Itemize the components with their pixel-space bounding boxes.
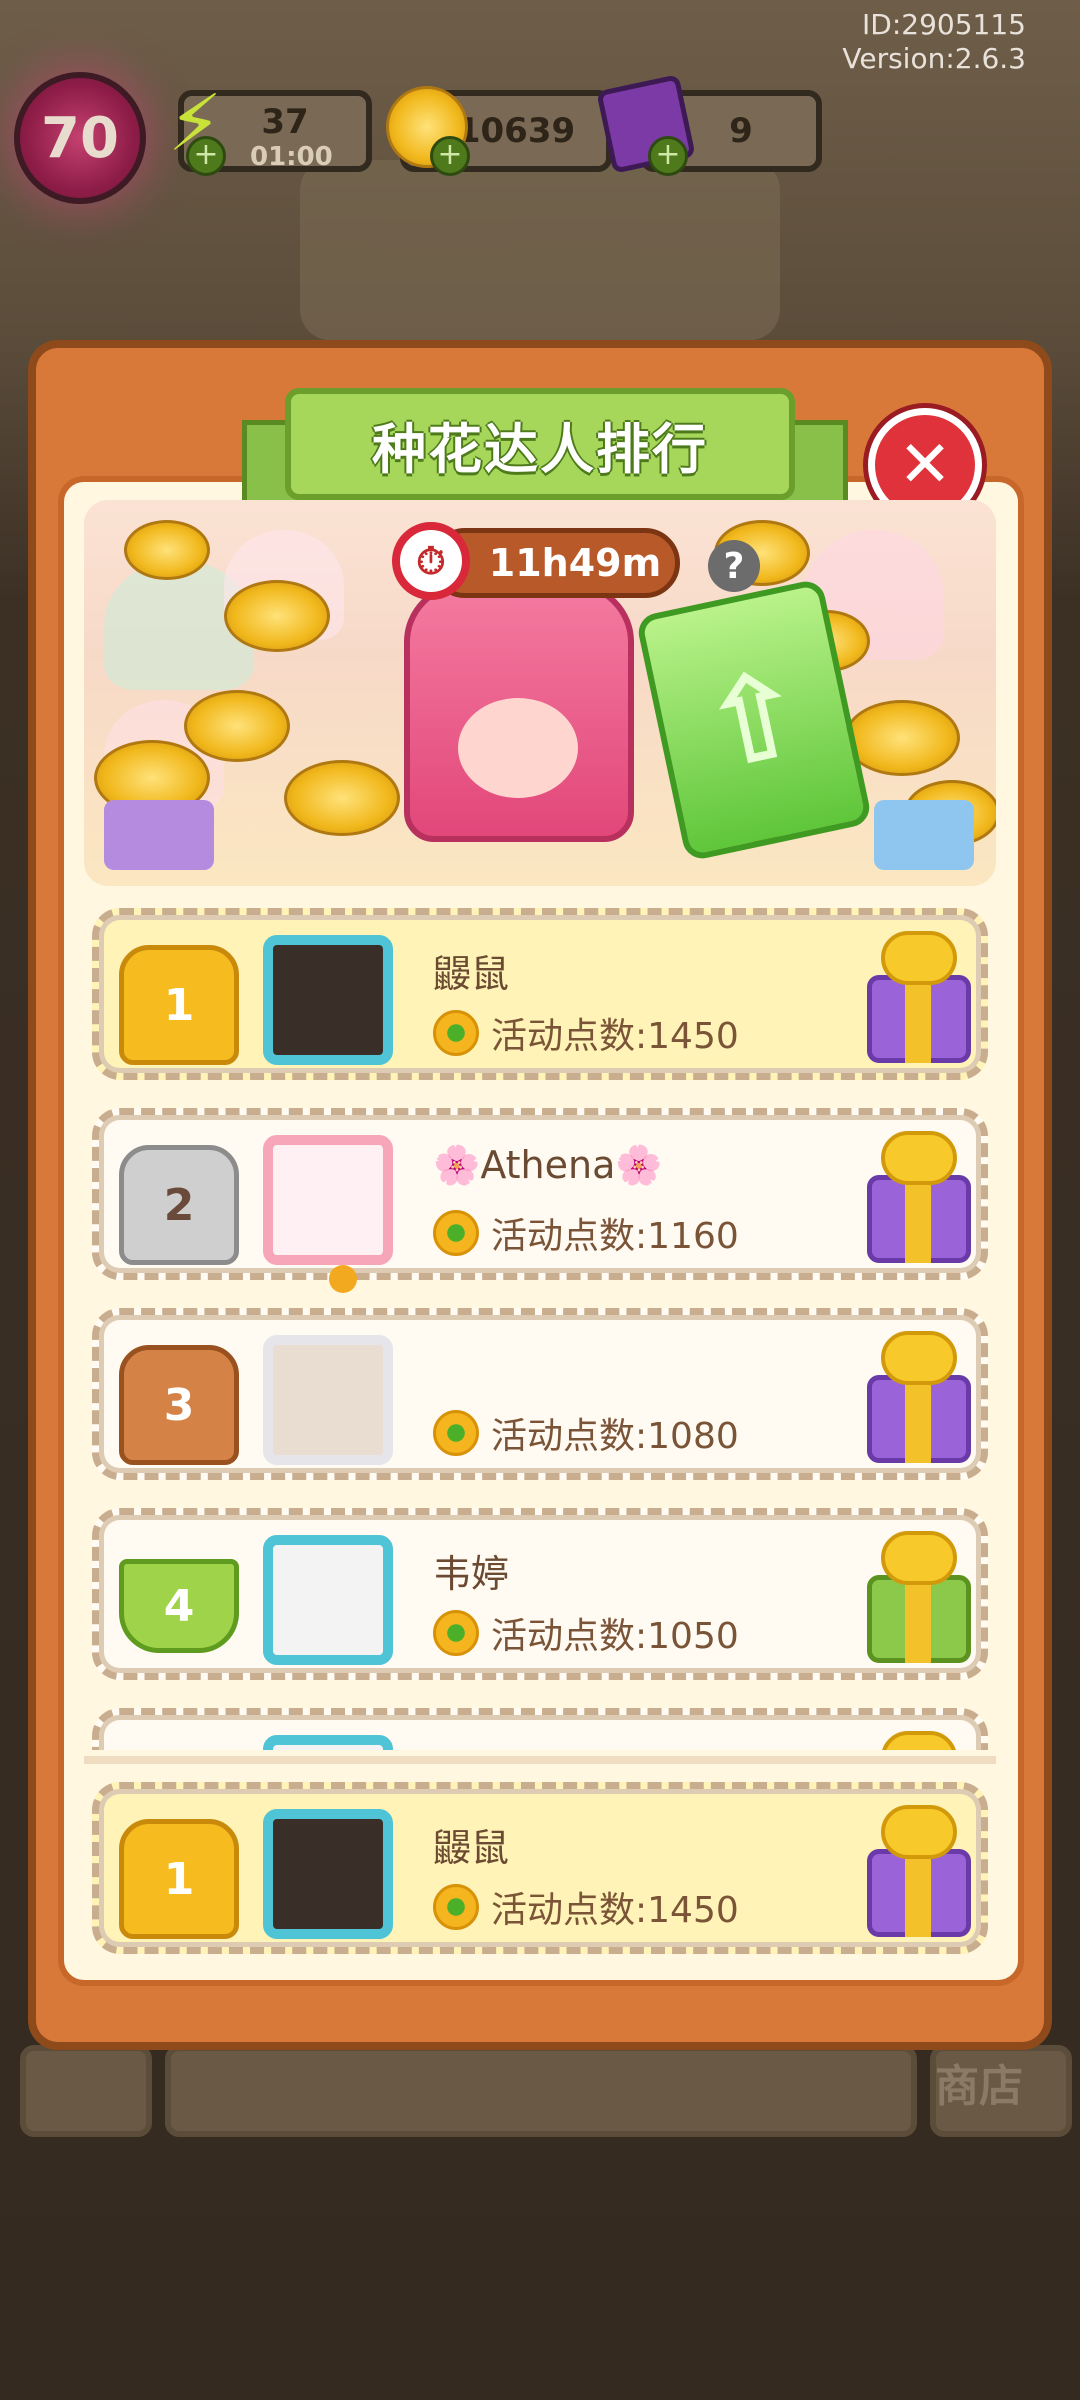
ranking-row[interactable]: 林林 — [92, 1708, 988, 1750]
gift-box-icon — [874, 800, 974, 870]
activity-points: 活动点数:1050 — [433, 1607, 739, 1659]
flower-icon — [433, 1884, 479, 1930]
close-icon: ✕ — [898, 428, 952, 502]
list-divider — [84, 1756, 996, 1764]
coin-icon — [844, 700, 960, 776]
gift-ribbon — [905, 975, 931, 1063]
coin-icon — [124, 520, 210, 580]
gift-bow — [881, 1531, 957, 1585]
ranking-row[interactable]: 3 活动点数:1080 — [92, 1308, 988, 1480]
gift-bow — [881, 1331, 957, 1385]
activity-points: 活动点数:1450 — [433, 1881, 739, 1933]
bronze-crown-icon: 3 — [119, 1345, 239, 1465]
energy-timer: 01:00 — [250, 142, 333, 172]
activity-points: 活动点数:1450 — [433, 1007, 739, 1059]
ranking-row[interactable]: 2 🌸Athena🌸 活动点数:1160 — [92, 1108, 988, 1293]
background-tab-center — [165, 2045, 917, 2137]
user-id: ID:2905115 — [862, 8, 1026, 41]
reward-gift-button[interactable] — [865, 1805, 973, 1941]
energy-value: 37 — [261, 102, 309, 142]
backpack-icon — [404, 582, 634, 842]
reward-gift-button[interactable] — [865, 931, 973, 1067]
gift-ribbon — [905, 1175, 931, 1263]
activity-points: 活动点数:1160 — [433, 1207, 739, 1259]
player-name: 鼹鼠 — [433, 1826, 510, 1870]
lock-icon — [329, 1265, 357, 1293]
silver-crown-icon: 2 — [119, 1145, 239, 1265]
avatar[interactable] — [263, 1335, 393, 1465]
dialog-title: 种花达人排行 — [285, 388, 795, 500]
flower-icon — [433, 1010, 479, 1056]
reward-gift-button[interactable] — [865, 1331, 973, 1467]
points-text: 活动点数:1450 — [491, 1890, 739, 1931]
gem-plus-button[interactable]: + — [648, 136, 688, 176]
reward-gift-button[interactable] — [865, 1731, 973, 1750]
my-ranking-row[interactable]: 1 鼹鼠 活动点数:1450 — [92, 1782, 988, 1954]
player-name: 🌸Athena🌸 — [433, 1143, 663, 1187]
gift-ribbon — [905, 1575, 931, 1663]
reward-gift-button[interactable] — [865, 1131, 973, 1267]
coin-plus-button[interactable]: + — [430, 136, 470, 176]
coin-value: 10639 — [456, 111, 576, 151]
points-text: 活动点数:1450 — [491, 1016, 739, 1057]
avatar[interactable] — [263, 1809, 393, 1939]
bag-face — [458, 698, 578, 798]
coin-icon — [184, 690, 290, 762]
reward-gift-button[interactable] — [865, 1531, 973, 1667]
ranking-row[interactable]: 4 韦婷 活动点数:1050 — [92, 1508, 988, 1680]
avatar[interactable] — [263, 1735, 393, 1750]
ranking-row[interactable]: 1 鼹鼠 活动点数:1450 — [92, 908, 988, 1080]
avatar[interactable] — [263, 1135, 393, 1293]
points-text: 活动点数:1080 — [491, 1416, 739, 1457]
flower-icon — [433, 1410, 479, 1456]
version-label: Version:2.6.3 — [842, 42, 1026, 75]
player-name: 林林 — [433, 1743, 509, 1750]
clock-icon: ⏱ — [392, 522, 470, 600]
background-tab-left — [20, 2045, 152, 2137]
points-text: 活动点数:1050 — [491, 1616, 739, 1657]
gift-bow — [881, 1731, 957, 1750]
flower-icon — [433, 1210, 479, 1256]
flower-icon — [433, 1610, 479, 1656]
energy-plus-button[interactable]: + — [186, 136, 226, 176]
gem-value: 9 — [729, 111, 753, 151]
help-button[interactable]: ? — [708, 540, 760, 592]
coin-icon — [284, 760, 400, 836]
gift-ribbon — [905, 1375, 931, 1463]
level-badge[interactable]: 70 — [14, 72, 146, 204]
gift-bow — [881, 1131, 957, 1185]
ranking-list[interactable]: 1 鼹鼠 活动点数:1450 2 🌸Athena🌸 活动点数:1160 3 活动… — [84, 900, 996, 1750]
avatar[interactable] — [263, 1535, 393, 1665]
player-name: 韦婷 — [433, 1552, 510, 1596]
gold-crown-icon: 1 — [119, 1819, 239, 1939]
player-name: 鼹鼠 — [433, 952, 510, 996]
gift-ribbon — [905, 1849, 931, 1937]
activity-points: 活动点数:1080 — [433, 1407, 739, 1459]
green-flag-icon: 4 — [119, 1559, 239, 1653]
points-text: 活动点数:1160 — [491, 1216, 739, 1257]
gift-bow — [881, 931, 957, 985]
coin-icon — [224, 580, 330, 652]
background-shelf — [300, 160, 780, 340]
gift-box-icon — [104, 800, 214, 870]
shop-label: 商店 — [935, 2061, 1023, 2112]
gift-bow — [881, 1805, 957, 1859]
build-info: ID:2905115 Version:2.6.3 — [842, 8, 1026, 76]
avatar[interactable] — [263, 935, 393, 1065]
gold-crown-icon: 1 — [119, 945, 239, 1065]
